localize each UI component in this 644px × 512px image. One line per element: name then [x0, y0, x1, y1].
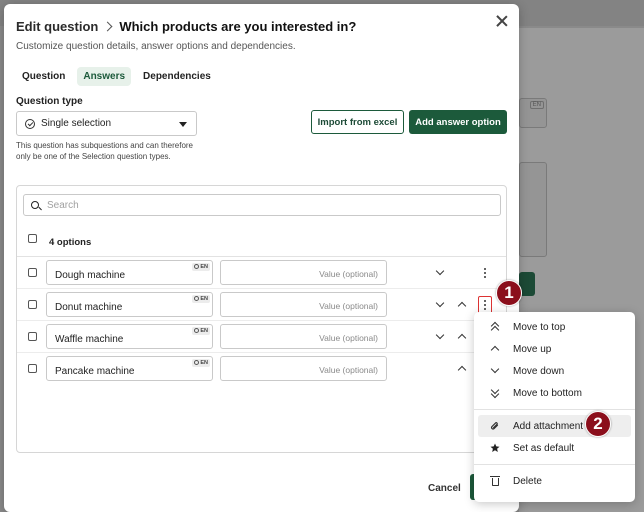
- background-card: [519, 162, 547, 257]
- option-value-input[interactable]: Value (optional): [220, 292, 387, 317]
- modal-subtitle: Customize question details, answer optio…: [16, 41, 296, 52]
- option-name-input[interactable]: Pancake machine EN: [46, 356, 213, 381]
- caret-down-icon: [179, 122, 187, 127]
- language-tag-label: EN: [200, 360, 208, 366]
- language-tag: EN: [192, 295, 210, 303]
- modal-header: Edit question Which products are you int…: [16, 16, 489, 36]
- option-row: Donut machine EN Value (optional): [17, 289, 506, 321]
- callout-badge-1: 1: [496, 280, 522, 306]
- menu-item-label: Move to top: [513, 321, 566, 333]
- tab-dependencies[interactable]: Dependencies: [137, 67, 217, 86]
- star-icon: [490, 443, 500, 453]
- search-icon: [31, 201, 39, 209]
- question-type-note: This question has subquestions and can t…: [16, 141, 194, 161]
- option-context-menu: Move to top Move up Move down Move to bo…: [474, 312, 635, 502]
- menu-divider: [474, 409, 635, 410]
- language-tag-label: EN: [200, 328, 208, 334]
- option-checkbox[interactable]: [28, 364, 37, 373]
- option-name: Dough machine: [55, 270, 126, 281]
- double-chevron-down-icon: [490, 385, 500, 398]
- option-name-input[interactable]: Donut machine EN: [46, 292, 213, 317]
- menu-item-label: Move up: [513, 343, 552, 355]
- move-up-chevron-icon[interactable]: [457, 333, 467, 343]
- breadcrumb-chevron-icon: [102, 21, 113, 31]
- select-all-checkbox[interactable]: [28, 234, 37, 243]
- search-box[interactable]: [23, 194, 501, 216]
- option-row: Dough machine EN Value (optional): [17, 257, 506, 289]
- option-value-input[interactable]: Value (optional): [220, 260, 387, 285]
- callout-badge-2: 2: [585, 411, 611, 437]
- close-icon[interactable]: [495, 14, 509, 28]
- move-up-chevron-icon[interactable]: [457, 365, 467, 375]
- globe-icon: [194, 295, 200, 301]
- chevron-down-icon: [490, 364, 500, 376]
- language-tag: EN: [192, 359, 210, 367]
- modal-tabs: Question Answers Dependencies: [16, 67, 217, 86]
- kebab-menu-icon[interactable]: [479, 266, 491, 280]
- globe-icon: [194, 327, 200, 333]
- question-type-label: Question type: [16, 96, 83, 107]
- menu-item-move-down[interactable]: Move down: [478, 360, 631, 382]
- import-from-excel-button[interactable]: Import from excel: [311, 110, 404, 134]
- circle-check-icon: [25, 118, 35, 129]
- language-tag: EN: [192, 327, 210, 335]
- option-name: Donut machine: [55, 302, 123, 313]
- option-checkbox[interactable]: [28, 268, 37, 277]
- option-row: Waffle machine EN Value (optional): [17, 321, 506, 353]
- edit-question-modal: Edit question Which products are you int…: [4, 4, 519, 512]
- tab-question[interactable]: Question: [16, 67, 71, 86]
- cancel-button[interactable]: Cancel: [428, 483, 461, 494]
- question-type-value: Single selection: [41, 118, 112, 129]
- menu-divider: [474, 464, 635, 465]
- menu-item-set-as-default[interactable]: Set as default: [478, 437, 631, 459]
- menu-item-label: Move down: [513, 365, 565, 377]
- background-en-tag: EN: [529, 101, 544, 109]
- breadcrumb-edit-question[interactable]: Edit question: [16, 19, 98, 34]
- trash-icon: [490, 476, 500, 486]
- language-tag: EN: [192, 263, 210, 271]
- menu-item-label: Set as default: [513, 442, 575, 454]
- move-down-chevron-icon[interactable]: [435, 298, 445, 308]
- chevron-up-icon: [490, 344, 500, 355]
- option-row: Pancake machine EN Value (optional): [17, 353, 506, 385]
- menu-item-label: Delete: [513, 475, 542, 487]
- move-up-chevron-icon[interactable]: [457, 301, 467, 311]
- move-down-chevron-icon[interactable]: [435, 330, 445, 340]
- language-tag-label: EN: [200, 296, 208, 302]
- option-name-input[interactable]: Waffle machine EN: [46, 324, 213, 349]
- add-answer-option-button[interactable]: Add answer option: [409, 110, 507, 134]
- tab-answers[interactable]: Answers: [77, 67, 132, 86]
- modal-title: Which products are you interested in?: [119, 18, 357, 34]
- globe-icon: [194, 359, 200, 365]
- language-tag-label: EN: [200, 264, 208, 270]
- option-name-input[interactable]: Dough machine EN: [46, 260, 213, 285]
- menu-item-move-to-top[interactable]: Move to top: [478, 316, 631, 338]
- option-name: Pancake machine: [55, 366, 135, 377]
- options-count: 4 options: [49, 237, 92, 248]
- question-type-select[interactable]: Single selection: [16, 111, 197, 136]
- menu-item-move-up[interactable]: Move up: [478, 338, 631, 360]
- option-name: Waffle machine: [55, 334, 124, 345]
- search-input[interactable]: [47, 199, 447, 211]
- option-value-input[interactable]: Value (optional): [220, 324, 387, 349]
- option-checkbox[interactable]: [28, 332, 37, 341]
- option-checkbox[interactable]: [28, 300, 37, 309]
- paperclip-icon: [490, 421, 500, 431]
- answer-options-panel: 4 options Dough machine EN Value (option…: [16, 185, 507, 453]
- move-down-chevron-icon[interactable]: [435, 266, 445, 276]
- menu-item-label: Add attachment: [513, 420, 584, 432]
- double-chevron-up-icon: [490, 321, 500, 334]
- menu-item-label: Move to bottom: [513, 387, 582, 399]
- menu-item-move-to-bottom[interactable]: Move to bottom: [478, 382, 631, 404]
- menu-item-delete[interactable]: Delete: [478, 470, 631, 492]
- option-value-input[interactable]: Value (optional): [220, 356, 387, 381]
- background-field: EN: [519, 98, 547, 128]
- globe-icon: [194, 263, 200, 269]
